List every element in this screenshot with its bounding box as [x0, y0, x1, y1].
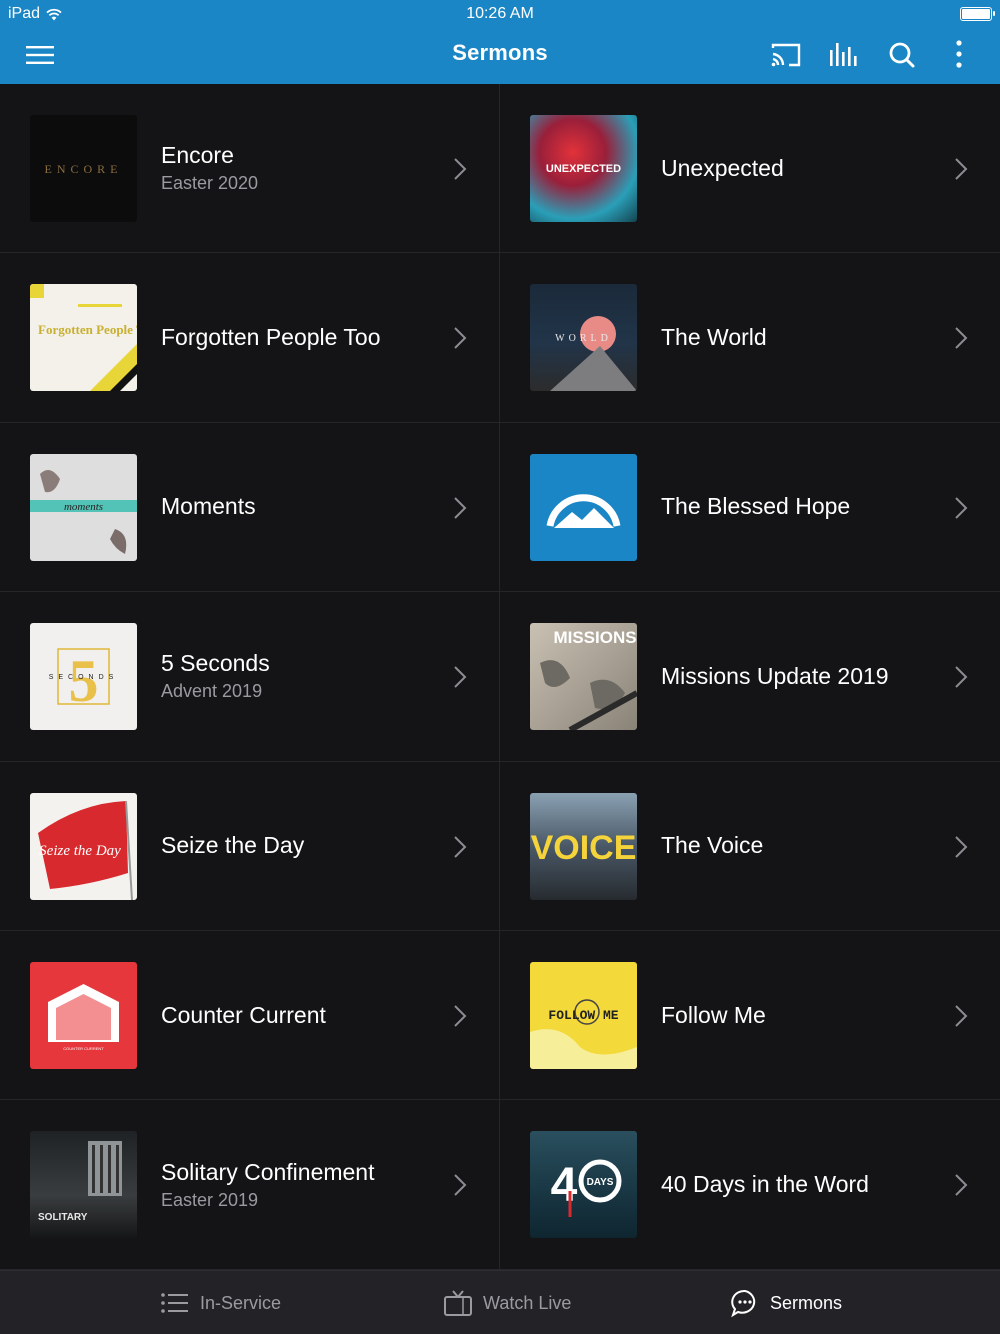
series-item-counter-current[interactable]: COUNTER CURRENT Counter Current [0, 931, 500, 1101]
series-item-40-days-in-the-word[interactable]: 4 DAYS 40 Days in the Word [500, 1100, 1000, 1270]
chevron-right-icon [454, 327, 467, 350]
chevron-right-icon [955, 158, 968, 180]
artwork-text: SECONDS [49, 674, 119, 681]
series-title: Encore [161, 142, 234, 169]
cast-icon [771, 43, 801, 67]
series-artwork [530, 453, 637, 561]
series-title: Unexpected [661, 154, 784, 181]
search-button[interactable] [884, 38, 920, 72]
series-title: Moments [161, 493, 256, 520]
battery-icon [960, 7, 995, 21]
chevron-right-icon [454, 835, 467, 858]
series-title: Counter Current [161, 1001, 326, 1028]
series-artwork: 4 DAYS [530, 1131, 637, 1239]
series-artwork: VOICE [530, 792, 637, 900]
series-item-forgotten-people-too[interactable]: Forgotten People Too Forgotten People To… [0, 253, 500, 423]
tv-icon [444, 1290, 472, 1316]
series-title: 40 Days in the Word [661, 1171, 869, 1198]
series-artwork: FOLLOW ME [530, 962, 637, 1069]
sermon-series-grid: ENCORE Encore Easter 2020 UNEXPECTED Une… [0, 84, 1000, 1270]
more-vertical-icon [956, 40, 962, 68]
series-title: Forgotten People Too [161, 324, 381, 351]
artwork-text: moments [64, 501, 103, 513]
series-artwork: UNEXPECTED [530, 115, 637, 222]
series-subtitle: Easter 2019 [161, 1189, 259, 1210]
series-item-the-world[interactable]: WORLD The World [500, 253, 1000, 423]
tab-bar: In-Service Watch Live Sermons [0, 1270, 1000, 1334]
artwork-text: WORLD [555, 333, 612, 344]
status-bar: iPad 10:26 AM [0, 0, 1000, 28]
chat-bubble-icon [731, 1289, 756, 1318]
artwork-text: Forgotten People Too [38, 322, 137, 337]
tab-label: Watch Live [483, 1292, 572, 1313]
chevron-right-icon [454, 666, 467, 688]
series-title: 5 Seconds [161, 650, 270, 677]
series-title: The Voice [661, 832, 764, 859]
chevron-right-icon [454, 158, 467, 180]
series-artwork: SOLITARY [30, 1131, 137, 1239]
series-artwork: Seize the Day [30, 792, 137, 900]
audio-button[interactable] [826, 38, 862, 72]
chevron-right-icon [955, 327, 968, 350]
svg-text:5: 5 [69, 648, 99, 714]
series-item-follow-me[interactable]: FOLLOW ME Follow Me [500, 931, 1000, 1101]
search-icon [889, 42, 915, 68]
series-item-encore[interactable]: ENCORE Encore Easter 2020 [0, 84, 500, 254]
series-subtitle: Easter 2020 [161, 173, 259, 194]
tab-in-service[interactable]: In-Service [160, 1271, 281, 1334]
series-item-seize-the-day[interactable]: Seize the Day Seize the Day [0, 761, 500, 931]
series-title: The World [661, 324, 767, 351]
more-button[interactable] [941, 38, 977, 72]
artwork-text: VOICE [531, 829, 637, 867]
artwork-text: MISSIONS [553, 628, 636, 647]
audio-bars-icon [830, 43, 857, 66]
series-item-moments[interactable]: moments Moments [0, 422, 500, 593]
series-artwork: 5 SECONDS [30, 623, 137, 731]
artwork-text: ENCORE [45, 162, 123, 176]
series-item-the-voice[interactable]: VOICE The Voice [500, 762, 1000, 931]
series-title: Missions Update 2019 [661, 662, 889, 689]
artwork-text: SOLITARY [38, 1212, 88, 1223]
series-artwork: Forgotten People Too [30, 284, 137, 392]
top-bar: iPad 10:26 AM Sermons [0, 0, 1000, 84]
chevron-right-icon [955, 497, 968, 519]
tab-label: Sermons [770, 1292, 843, 1313]
series-item-5-seconds[interactable]: 5 SECONDS 5 Seconds Advent 2019 [0, 592, 500, 762]
series-artwork: ENCORE [30, 115, 137, 222]
series-item-missions-update-2019[interactable]: MISSIONS Missions Update 2019 [500, 592, 1000, 762]
chevron-right-icon [955, 1005, 968, 1027]
series-title: Follow Me [661, 1001, 766, 1028]
artwork-text: FOLLOW ME [548, 1008, 618, 1023]
series-artwork: moments [30, 453, 137, 561]
series-artwork: COUNTER CURRENT [30, 962, 137, 1069]
clock: 10:26 AM [466, 5, 534, 22]
artwork-text: UNEXPECTED [546, 163, 621, 175]
chevron-right-icon [454, 497, 467, 519]
series-item-solitary-confinement[interactable]: SOLITARY Solitary Confinement Easter 201… [0, 1100, 500, 1270]
chevron-right-icon [955, 666, 968, 688]
artwork-text: COUNTER CURRENT [63, 1046, 104, 1051]
series-artwork: WORLD [530, 284, 637, 392]
series-title: Seize the Day [161, 832, 305, 859]
svg-text:4: 4 [551, 1159, 578, 1212]
chevron-right-icon [955, 835, 968, 858]
tab-sermons[interactable]: Sermons [730, 1271, 842, 1334]
artwork-text: Seize the Day [39, 843, 121, 859]
series-item-unexpected[interactable]: UNEXPECTED Unexpected [500, 84, 1000, 254]
series-artwork: MISSIONS [530, 623, 637, 731]
tab-watch-live[interactable]: Watch Live [443, 1271, 571, 1334]
cast-button[interactable] [768, 38, 804, 72]
series-subtitle: Advent 2019 [161, 681, 263, 702]
tab-label: In-Service [200, 1292, 282, 1313]
chevron-right-icon [454, 1174, 467, 1197]
list-icon [161, 1293, 188, 1313]
chevron-right-icon [955, 1174, 968, 1197]
chevron-right-icon [454, 1005, 467, 1027]
series-title: The Blessed Hope [661, 493, 851, 520]
artwork-text: DAYS [587, 1177, 614, 1188]
series-title: Solitary Confinement [161, 1158, 375, 1185]
series-item-the-blessed-hope[interactable]: The Blessed Hope [500, 423, 1000, 593]
